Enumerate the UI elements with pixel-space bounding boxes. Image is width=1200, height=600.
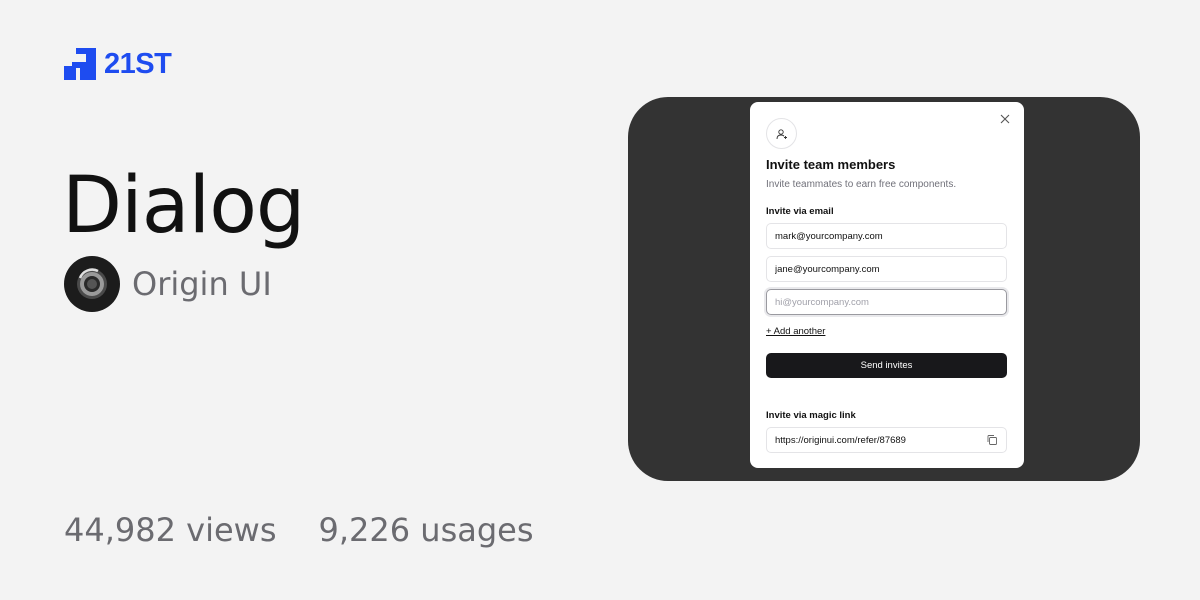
usages-count: 9,226 usages [318, 511, 534, 549]
add-another-link[interactable]: + Add another [766, 326, 825, 337]
dialog-title: Invite team members [766, 157, 896, 172]
brand-logo[interactable]: 21ST [64, 48, 172, 80]
copy-icon[interactable] [986, 434, 998, 446]
21st-logo-icon [64, 48, 96, 80]
send-invites-button[interactable]: Send invites [766, 353, 1007, 378]
component-title: Dialog [62, 161, 305, 251]
user-plus-icon [776, 128, 787, 139]
author[interactable]: Origin UI [64, 256, 272, 312]
email-field-1[interactable] [766, 223, 1007, 249]
email-field-2[interactable] [766, 256, 1007, 282]
views-count: 44,982 views [64, 511, 277, 549]
magic-link-label: Invite via magic link [766, 410, 856, 421]
close-icon[interactable] [1000, 114, 1010, 124]
dialog-header-icon [766, 118, 797, 149]
brand-name: 21ST [104, 48, 172, 80]
component-preview: Invite team members Invite teammates to … [628, 97, 1140, 481]
email-label: Invite via email [766, 206, 834, 217]
author-name: Origin UI [132, 265, 272, 303]
magic-link-text: https://originui.com/refer/87689 [775, 434, 906, 446]
stats: 44,982 views 9,226 usages [64, 508, 534, 552]
invite-dialog: Invite team members Invite teammates to … [750, 102, 1024, 468]
email-field-3[interactable] [766, 289, 1007, 315]
magic-link-field[interactable]: https://originui.com/refer/87689 [766, 427, 1007, 453]
dialog-description: Invite teammates to earn free components… [766, 179, 957, 190]
origin-ui-avatar [64, 256, 120, 312]
